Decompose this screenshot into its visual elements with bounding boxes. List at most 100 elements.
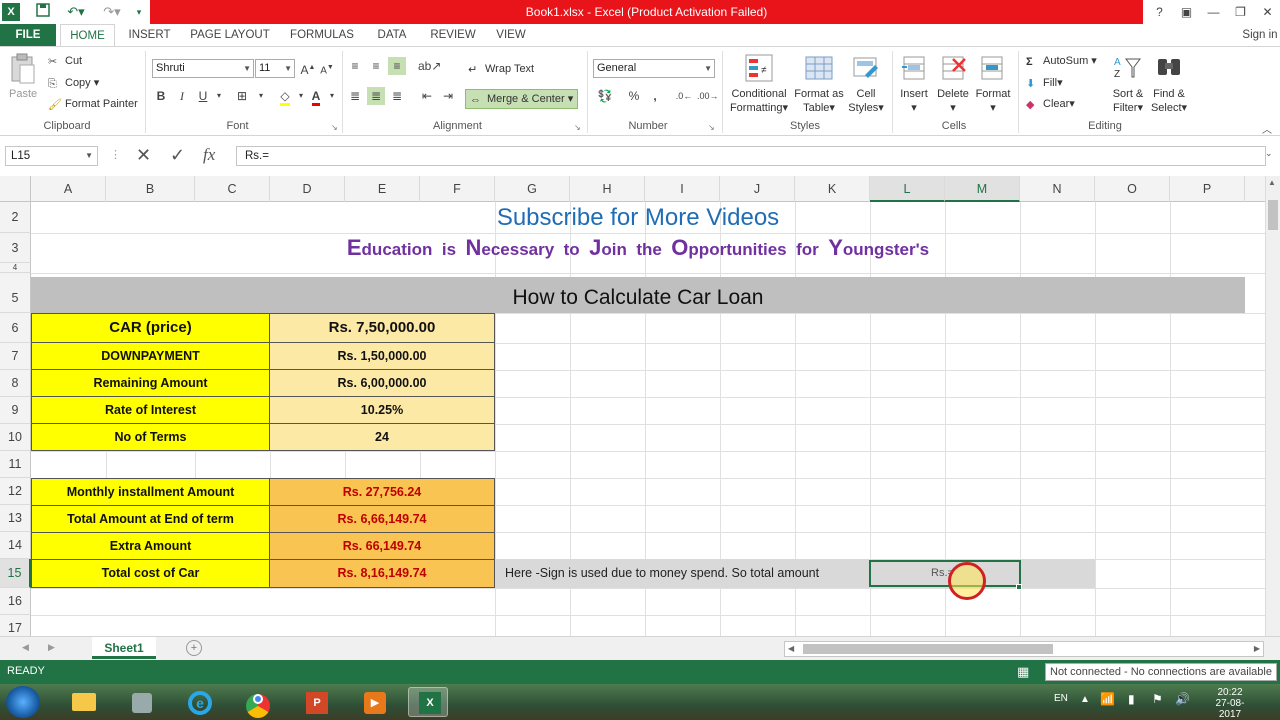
cell-styles-icon[interactable] (851, 53, 881, 83)
find-select-button[interactable]: Find & Select▾ (1150, 87, 1188, 115)
start-button-icon[interactable] (6, 686, 40, 718)
table-row-value[interactable]: Rs. 7,50,000.00 (269, 313, 495, 343)
volume-icon[interactable]: 🔊 (1175, 692, 1190, 706)
col-header-h[interactable]: H (570, 176, 645, 202)
col-header-a[interactable]: A (31, 176, 106, 202)
scroll-left-icon[interactable]: ◀ (788, 644, 794, 653)
row-header-4[interactable]: 4 (0, 263, 31, 273)
powerpoint-icon[interactable]: P (296, 687, 336, 717)
row-header-10[interactable]: 10 (0, 424, 31, 451)
accounting-format-icon[interactable]: 💱 (596, 87, 614, 105)
tools-app-icon[interactable] (122, 687, 162, 717)
undo-icon[interactable]: ↶▾ (62, 3, 90, 21)
horizontal-scrollbar[interactable]: ◀ ▶ (784, 641, 1264, 657)
copy-button[interactable]: ⎘ Copy ▾ (48, 76, 99, 90)
increase-decimal-icon[interactable]: .0← (675, 87, 693, 105)
col-header-l[interactable]: L (870, 176, 945, 202)
row-header-12[interactable]: 12 (0, 478, 31, 505)
flag-icon[interactable]: ⚑ (1152, 692, 1163, 706)
row-header-13[interactable]: 13 (0, 505, 31, 532)
cell-styles-button[interactable]: Cell Styles▾ (847, 87, 885, 115)
prev-sheet-icon[interactable]: ◀ (22, 642, 29, 653)
table-row-label[interactable]: CAR (price) (31, 313, 270, 343)
grow-font-icon[interactable]: A▲ (299, 59, 317, 77)
align-middle-icon[interactable]: ≡ (367, 57, 385, 75)
table-row-value[interactable]: Rs. 1,50,000.00 (269, 342, 495, 370)
underline-dropdown-icon[interactable]: ▾ (210, 87, 228, 105)
col-header-e[interactable]: E (345, 176, 420, 202)
insert-function-icon[interactable]: fx (203, 145, 215, 165)
col-header-o[interactable]: O (1095, 176, 1170, 202)
media-player-icon[interactable]: ▶ (354, 687, 394, 717)
row-header-17[interactable]: 17 (0, 615, 31, 636)
customize-qat-icon[interactable]: ▾ (134, 3, 144, 21)
save-icon[interactable] (34, 3, 52, 21)
scroll-thumb[interactable] (1268, 200, 1278, 230)
merge-center-button[interactable]: ⇔ Merge & Center ▾ (465, 89, 579, 109)
orientation-icon[interactable]: ab↗ (418, 57, 441, 75)
expand-formula-bar-icon[interactable]: ⌄ (1265, 148, 1273, 159)
number-format-select[interactable]: General ▼ (593, 59, 715, 78)
tab-insert[interactable]: INSERT (122, 24, 177, 46)
shrink-font-icon[interactable]: A▼ (318, 59, 336, 77)
result-row-label[interactable]: Monthly installment Amount (31, 478, 270, 506)
delete-cells-button[interactable]: Delete ▾ (936, 87, 970, 115)
tab-review[interactable]: REVIEW (424, 24, 482, 46)
table-row-label[interactable]: No of Terms (31, 423, 270, 451)
format-cells-icon[interactable] (978, 53, 1008, 83)
find-select-icon[interactable] (1154, 53, 1184, 83)
sheet-tab-sheet1[interactable]: Sheet1 (92, 637, 156, 659)
result-row-value[interactable]: Rs. 27,756.24 (269, 478, 495, 506)
font-dialog-launcher-icon[interactable]: ↘ (331, 123, 338, 132)
formula-input[interactable]: Rs.= (236, 146, 1266, 166)
borders-icon[interactable]: ⊞ (233, 87, 251, 105)
increase-indent-icon[interactable]: ⇥ (439, 87, 457, 105)
row-header-9[interactable]: 9 (0, 397, 31, 424)
chrome-icon[interactable] (238, 687, 278, 718)
sort-filter-icon[interactable]: AZ (1113, 53, 1143, 83)
result-row-label[interactable]: Extra Amount (31, 532, 270, 560)
col-header-c[interactable]: C (195, 176, 270, 202)
col-header-n[interactable]: N (1020, 176, 1095, 202)
clear-button[interactable]: ◆ Clear▾ (1026, 97, 1075, 111)
paste-icon[interactable] (8, 53, 38, 84)
tab-data[interactable]: DATA (368, 24, 416, 46)
name-box[interactable]: L15 ▼ (5, 146, 98, 166)
align-center-icon[interactable]: ≣ (367, 87, 385, 105)
row-header-14[interactable]: 14 (0, 532, 31, 559)
result-row-value[interactable]: Rs. 66,149.74 (269, 532, 495, 560)
result-row-value[interactable]: Rs. 6,66,149.74 (269, 505, 495, 533)
col-header-g[interactable]: G (495, 176, 570, 202)
tab-view[interactable]: VIEW (490, 24, 532, 46)
align-left-icon[interactable]: ≣ (346, 87, 364, 105)
cancel-entry-icon[interactable]: ✕ (136, 145, 151, 166)
col-header-m[interactable]: M (945, 176, 1020, 202)
conditional-formatting-icon[interactable]: ≠ (744, 53, 774, 83)
comma-style-icon[interactable]: , (646, 87, 664, 105)
col-header-j[interactable]: J (720, 176, 795, 202)
row-header-8[interactable]: 8 (0, 370, 31, 397)
conditional-formatting-button[interactable]: Conditional Formatting▾ (729, 87, 789, 115)
table-row-label[interactable]: Remaining Amount (31, 369, 270, 397)
sort-filter-button[interactable]: Sort & Filter▾ (1108, 87, 1148, 115)
sign-in-link[interactable]: Sign in (1240, 24, 1280, 46)
percent-style-icon[interactable]: % (625, 87, 643, 105)
italic-icon[interactable]: I (173, 87, 191, 105)
decrease-indent-icon[interactable]: ⇤ (418, 87, 436, 105)
result-row-label[interactable]: Total cost of Car (31, 559, 270, 588)
insert-cells-icon[interactable] (900, 53, 930, 83)
minimize-icon[interactable]: — (1200, 0, 1227, 24)
borders-dropdown-icon[interactable]: ▾ (252, 87, 270, 105)
battery-icon[interactable]: ▮ (1128, 692, 1135, 706)
col-header-k[interactable]: K (795, 176, 870, 202)
align-right-icon[interactable]: ≣ (388, 87, 406, 105)
maximize-icon[interactable]: ❐ (1227, 0, 1254, 24)
scroll-up-icon[interactable]: ▲ (1268, 178, 1276, 187)
help-icon[interactable]: ? (1146, 0, 1173, 24)
fill-button[interactable]: ⬇ Fill▾ (1026, 76, 1063, 90)
fill-handle[interactable] (1016, 584, 1022, 590)
alignment-dialog-launcher-icon[interactable]: ↘ (574, 123, 581, 132)
delete-cells-icon[interactable] (939, 53, 969, 83)
row-header-3[interactable]: 3 (0, 233, 31, 263)
table-row-value[interactable]: Rs. 6,00,000.00 (269, 369, 495, 397)
